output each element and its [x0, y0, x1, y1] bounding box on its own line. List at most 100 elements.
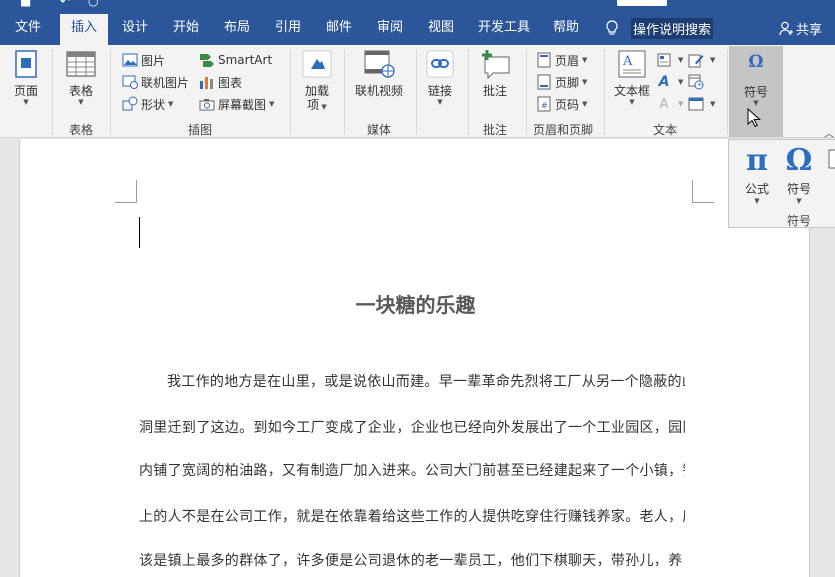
paragraph-line: 内铺了宽阔的柏油路，又有制造厂加入进来。公司大门前甚至已经建起来了一个小镇，镇: [139, 463, 685, 479]
wordart-icon: A: [658, 74, 670, 90]
paragraph-line: 上的人不是在公司工作，就是在依靠着给这些工作的人提供吃穿住行赚钱养家。老人，应: [139, 509, 685, 525]
chevron-down-icon: ▼: [629, 98, 635, 106]
wordart-button[interactable]: A ▼: [656, 72, 684, 92]
smartart-label: SmartArt: [218, 53, 273, 67]
tab-developer[interactable]: 开发工具: [472, 14, 536, 45]
tell-me-label: 操作说明搜索: [631, 17, 714, 39]
comment-label: 批注: [482, 84, 507, 98]
title-bar: ■ ↶ ○: [0, 0, 835, 8]
screenshot-button[interactable]: 屏幕截图 ▼: [199, 94, 274, 114]
picture-label: 图片: [141, 53, 166, 68]
table-icon: [66, 51, 96, 77]
tab-home[interactable]: 开始: [166, 14, 206, 45]
signature-line-button[interactable]: ▼: [688, 50, 715, 70]
chevron-down-icon: ▼: [319, 103, 327, 111]
collapse-ribbon-icon[interactable]: ︿: [824, 125, 834, 140]
chevron-down-icon: ▼: [582, 56, 588, 64]
numbering-icon: [828, 149, 835, 169]
equation-button[interactable]: π 公式 ▼: [737, 142, 777, 205]
addins-button[interactable]: 加载项 ▼: [298, 48, 336, 112]
object-button[interactable]: ▼: [688, 94, 715, 114]
group-label-tables: 表格: [68, 123, 93, 137]
chevron-down-icon: ▼: [753, 99, 759, 107]
tab-references[interactable]: 引用: [268, 14, 308, 45]
textbox-button[interactable]: A 文本框 ▼: [612, 48, 652, 106]
paragraph-line: 我工作的地方是在山里，或是说依山而建。早一辈革命先烈将工厂从另一个隐蔽的山: [167, 374, 685, 390]
share-button[interactable]: 共享: [779, 14, 822, 42]
smartart-icon: [200, 54, 214, 67]
tab-insert[interactable]: 插入: [60, 14, 108, 45]
group-label-symbols: 符号: [786, 214, 811, 228]
share-label: 共享: [796, 22, 823, 38]
group-separator: [52, 49, 53, 135]
mouse-pointer-icon: [747, 108, 761, 128]
margin-corner-top-left: [115, 180, 137, 203]
chevron-down-icon: ▼: [437, 98, 443, 106]
drop-cap-button[interactable]: A ▼: [656, 94, 684, 114]
group-label-illustrations: 插图: [187, 123, 212, 137]
addins-label-line1: 加载: [304, 84, 329, 98]
ribbon-insert: 页面 ▼ 表格 ▼ 表格 图片 联机图片 形状 ▼ SmartArt 图表 屏幕…: [0, 45, 835, 140]
addins-label: 加载项 ▼: [305, 84, 329, 112]
chevron-down-icon: ▼: [168, 100, 174, 108]
header-icon: [537, 52, 551, 68]
group-separator: [727, 49, 728, 135]
textbox-icon: A: [618, 50, 646, 78]
group-separator: [344, 49, 345, 135]
save-icon[interactable]: ■: [20, 0, 31, 8]
lightbulb-icon: [606, 20, 618, 35]
table-button[interactable]: 表格 ▼: [62, 48, 100, 106]
tab-view[interactable]: 视图: [421, 14, 461, 45]
group-separator: [468, 49, 469, 135]
smartart-button[interactable]: SmartArt: [199, 50, 272, 70]
comment-button[interactable]: 批注: [476, 48, 514, 98]
picture-button[interactable]: 图片: [122, 50, 165, 70]
addins-label-line2: 项: [307, 98, 320, 112]
group-separator: [110, 49, 111, 135]
paragraph-line: 洞里迁到了这边。到如今工厂变成了企业，企业也已经向外发展出了一个工业园区，园区: [139, 420, 685, 436]
group-label-comments: 批注: [482, 123, 507, 137]
footer-label: 页脚: [555, 75, 580, 90]
online-picture-button[interactable]: 联机图片: [122, 72, 189, 92]
tab-help[interactable]: 帮助: [546, 14, 586, 45]
header-button[interactable]: 页眉 ▼: [536, 50, 587, 70]
undo-icon[interactable]: ↶: [60, 0, 70, 8]
new-comment-icon: [482, 50, 510, 79]
online-video-button[interactable]: 联机视频: [350, 48, 408, 98]
pages-label: 页面: [13, 84, 38, 98]
link-icon: [426, 50, 454, 78]
person-icon: [779, 21, 793, 35]
drop-cap-icon: A: [659, 96, 669, 112]
shapes-icon: [122, 96, 138, 111]
calendar-clock-icon: [688, 74, 704, 90]
tell-me-search[interactable]: 操作说明搜索: [605, 14, 714, 42]
quick-parts-button[interactable]: ▼: [656, 50, 683, 70]
document-page[interactable]: 一块糖的乐趣 我工作的地方是在山里，或是说依山而建。早一辈革命先烈将工厂从另一个…: [19, 139, 810, 577]
footer-button[interactable]: 页脚 ▼: [536, 72, 587, 92]
ribbon-tabs: 文件 插入 设计 开始 布局 引用 邮件 审阅 视图 开发工具 帮助 操作说明搜…: [0, 8, 835, 45]
symbols-button[interactable]: Ω 符号 ▼: [729, 46, 783, 137]
chart-button[interactable]: 图表: [199, 72, 242, 92]
symbol-button[interactable]: Ω 符号 ▼: [779, 142, 819, 205]
online-video-icon: [364, 50, 395, 78]
chevron-down-icon: ▼: [269, 100, 275, 108]
link-button[interactable]: 链接 ▼: [422, 48, 458, 106]
tab-mailings[interactable]: 邮件: [319, 14, 359, 45]
redo-icon[interactable]: ○: [88, 0, 98, 8]
chart-label: 图表: [218, 75, 243, 90]
tab-review[interactable]: 审阅: [370, 14, 410, 45]
screenshot-label: 屏幕截图: [218, 97, 267, 112]
quick-parts-icon: [657, 53, 671, 67]
page-number-button[interactable]: # 页码 ▼: [536, 94, 587, 114]
date-time-button[interactable]: [688, 72, 707, 92]
table-label: 表格: [68, 84, 93, 98]
page-number-icon: #: [537, 96, 551, 112]
footer-icon: [537, 74, 551, 90]
login-button[interactable]: [617, 0, 667, 6]
pages-button[interactable]: 页面 ▼: [8, 48, 44, 106]
tab-layout[interactable]: 布局: [217, 14, 257, 45]
numbering-button[interactable]: [823, 142, 835, 171]
tab-design[interactable]: 设计: [115, 14, 155, 45]
tab-file[interactable]: 文件: [8, 14, 48, 45]
shapes-button[interactable]: 形状 ▼: [122, 94, 173, 114]
